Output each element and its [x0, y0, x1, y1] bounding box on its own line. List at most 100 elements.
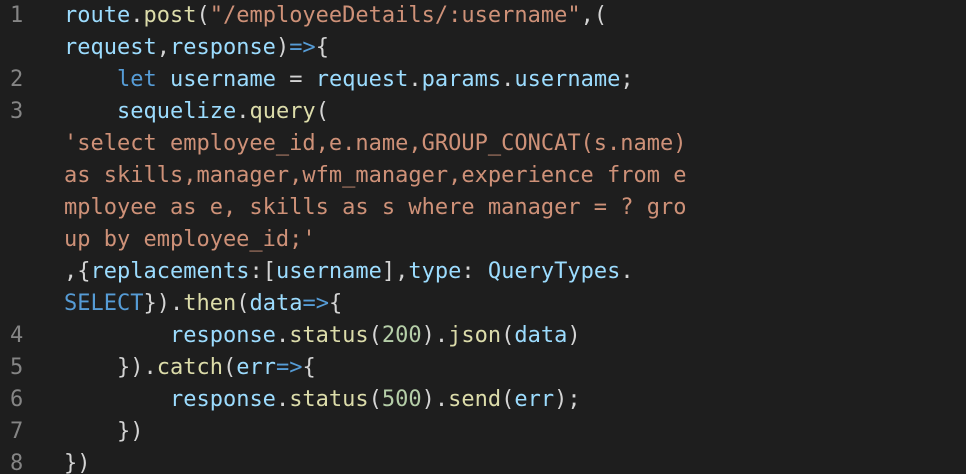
- code-token: {: [328, 291, 343, 316]
- code-token: }): [64, 451, 91, 474]
- code-text[interactable]: mployee as e, skills as s where manager …: [64, 192, 687, 224]
- code-token: .: [143, 355, 157, 380]
- code-token: status: [289, 323, 369, 348]
- code-line[interactable]: 4 response.status(200).json(data): [0, 320, 966, 352]
- code-token: username: [275, 259, 382, 284]
- code-token: (: [196, 3, 210, 28]
- code-token: (: [501, 387, 515, 412]
- code-text[interactable]: 'select employee_id,e.name,GROUP_CONCAT(…: [64, 128, 687, 160]
- code-line[interactable]: 6 response.status(500).send(err);: [0, 384, 966, 416]
- code-text[interactable]: SELECT}).then(data=>{: [64, 288, 342, 320]
- code-token: :: [461, 259, 488, 284]
- code-token: .: [275, 323, 290, 348]
- code-token: ).: [421, 387, 449, 412]
- code-line-wrap[interactable]: as skills,manager,wfm_manager,experience…: [0, 160, 966, 192]
- code-line-wrap[interactable]: request,response)=>{: [0, 32, 966, 64]
- code-token: SELECT: [64, 291, 144, 316]
- code-text[interactable]: response.status(200).json(data): [64, 320, 581, 352]
- line-number: 2: [10, 67, 24, 92]
- code-text[interactable]: sequelize.query(: [64, 96, 329, 128]
- code-token: then: [183, 291, 237, 316]
- line-number: 8: [10, 451, 24, 474]
- code-token: 'select employee_id,e.name,GROUP_CONCAT(…: [64, 131, 687, 156]
- code-token: response: [169, 35, 276, 60]
- line-number: [0, 160, 64, 192]
- code-token: =>: [289, 35, 316, 60]
- code-token: post: [143, 3, 197, 28]
- code-line[interactable]: 8}): [0, 448, 966, 474]
- code-token: ,{: [64, 259, 91, 284]
- code-token: data: [514, 323, 568, 348]
- code-token: {: [302, 355, 316, 380]
- code-token: {: [315, 35, 329, 60]
- code-line[interactable]: 7 }): [0, 416, 966, 448]
- code-token: as skills,manager,wfm_manager,experience…: [64, 163, 687, 188]
- code-text[interactable]: }): [64, 448, 91, 474]
- code-token: ).: [421, 323, 449, 348]
- code-token: (: [222, 355, 237, 380]
- code-token: catch: [156, 355, 223, 380]
- code-token: ],: [381, 259, 409, 284]
- code-token: err: [514, 387, 555, 412]
- code-editor[interactable]: 1 route.post("/employeeDetails/:username"…: [0, 0, 966, 474]
- code-line[interactable]: 5 }).catch(err=>{: [0, 352, 966, 384]
- code-token: (: [315, 99, 329, 124]
- code-token: send: [448, 387, 502, 412]
- code-token: (: [368, 323, 382, 348]
- code-token: .: [620, 259, 634, 284]
- code-token: (: [501, 323, 515, 348]
- code-line-wrap[interactable]: SELECT}).then(data=>{: [0, 288, 966, 320]
- line-number: 6: [10, 387, 24, 412]
- line-number: [0, 192, 64, 224]
- code-line-wrap[interactable]: mployee as e, skills as s where manager …: [0, 192, 966, 224]
- code-token: status: [289, 387, 369, 412]
- code-line-wrap[interactable]: 'select employee_id,e.name,GROUP_CONCAT(…: [0, 128, 966, 160]
- code-line-wrap[interactable]: up by employee_id;': [0, 224, 966, 256]
- code-token: :[: [249, 259, 276, 284]
- code-token: =: [275, 67, 316, 92]
- code-text[interactable]: ,{replacements:[username],type: QueryTyp…: [64, 256, 634, 288]
- code-token: }): [64, 419, 144, 444]
- code-text[interactable]: let username = request.params.username;: [64, 64, 634, 96]
- code-token: .: [275, 387, 290, 412]
- line-number: [0, 256, 64, 288]
- code-text[interactable]: }): [64, 416, 144, 448]
- code-line[interactable]: 3 sequelize.query(: [0, 96, 966, 128]
- code-text[interactable]: request,response)=>{: [64, 32, 329, 64]
- code-line[interactable]: 2 let username = request.params.username…: [0, 64, 966, 96]
- code-line[interactable]: 1 route.post("/employeeDetails/:username"…: [0, 0, 966, 32]
- code-token: request: [315, 67, 409, 92]
- line-number: [0, 288, 64, 320]
- code-token: }).: [143, 291, 184, 316]
- code-line-wrap[interactable]: ,{replacements:[username],type: QueryTyp…: [0, 256, 966, 288]
- line-number: [0, 224, 64, 256]
- code-token: (: [368, 387, 382, 412]
- code-token: response: [169, 323, 276, 348]
- code-token: username: [514, 67, 621, 92]
- line-number: [0, 128, 64, 160]
- code-token: params: [421, 67, 502, 92]
- code-text[interactable]: up by employee_id;': [64, 224, 316, 256]
- code-token: ;: [620, 67, 634, 92]
- code-token: =>: [275, 355, 303, 380]
- line-number: 5: [10, 355, 24, 380]
- code-text[interactable]: }).catch(err=>{: [64, 352, 316, 384]
- code-text[interactable]: as skills,manager,wfm_manager,experience…: [64, 160, 687, 192]
- code-text[interactable]: route.post("/employeeDetails/:username",…: [64, 0, 607, 32]
- code-token: 500: [381, 387, 422, 412]
- code-token: replacements: [90, 259, 250, 284]
- code-token: .: [236, 99, 250, 124]
- code-token: (: [236, 291, 250, 316]
- code-token: ,: [156, 35, 170, 60]
- code-token: "/employeeDetails/:username": [209, 3, 581, 28]
- code-text[interactable]: response.status(500).send(err);: [64, 384, 581, 416]
- code-token: ): [567, 323, 581, 348]
- code-token: let: [116, 67, 157, 92]
- code-token: }): [64, 355, 144, 380]
- code-token: =>: [302, 291, 329, 316]
